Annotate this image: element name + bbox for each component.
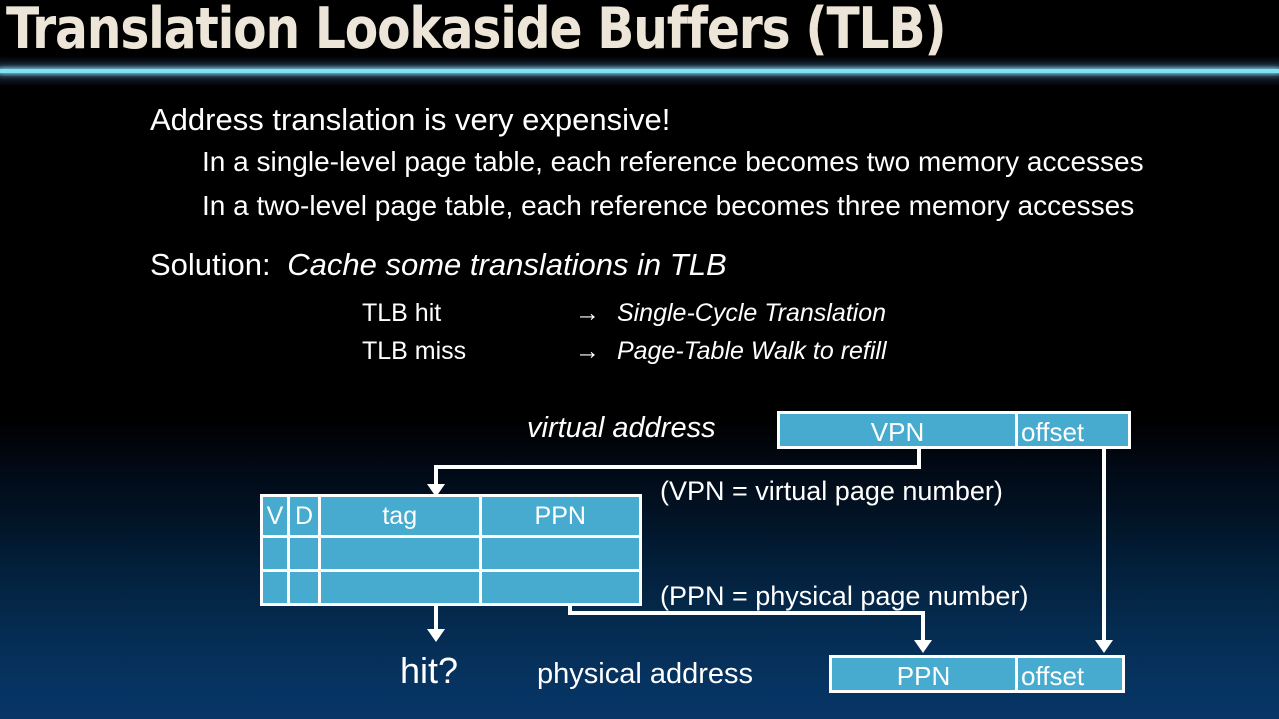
body-heading: Address translation is very expensive! <box>150 102 671 137</box>
physical-address-label: physical address <box>537 658 753 690</box>
ppn-annotation: (PPN = physical page number) <box>660 581 1029 611</box>
poffset-field-label: offset <box>1021 661 1085 691</box>
ppn-field-label: PPN <box>896 661 951 691</box>
hit-arrowhead-icon <box>427 629 445 642</box>
tlb-row-2-tag <box>321 572 479 603</box>
vpn-field-label: VPN <box>870 417 925 447</box>
tlb-row-2-v <box>263 572 287 603</box>
offset-arrowhead-icon <box>1095 640 1113 653</box>
tlb-row-1-d <box>290 538 318 569</box>
ppn-arrowhead-icon <box>914 640 932 653</box>
hit-label: hit? <box>400 650 459 691</box>
vpn-wire-horizontal <box>434 465 921 469</box>
vpn-annotation: (VPN = virtual page number) <box>660 476 1003 506</box>
outcome-result-text-1: Single-Cycle Translation <box>616 299 887 327</box>
ppn-wire-horizontal <box>568 611 925 615</box>
tlb-header-d: D <box>290 497 318 535</box>
tlb-row-1-ppn <box>481 538 639 569</box>
outcome-result-1: → Single-Cycle Translation <box>575 301 886 326</box>
solution-emphasis: Cache some translations in TLB <box>287 247 727 282</box>
slide-canvas: Translation Lookaside Buffers (TLB) Addr… <box>0 0 1279 719</box>
outcome-arrow-1: → <box>575 299 600 327</box>
virtual-address-box: VPN offset <box>777 411 1131 449</box>
tlb-table: V D tag PPN <box>260 494 642 606</box>
tlb-header-v: V <box>263 497 287 535</box>
body-bullet-2: In a two-level page table, each referenc… <box>202 190 1135 221</box>
outcome-arrow-2: → <box>575 337 600 365</box>
tlb-header-ppn: PPN <box>481 497 639 535</box>
tlb-row-2-ppn <box>481 572 639 603</box>
tlb-row-2-d <box>290 572 318 603</box>
outcome-result-text-2: Page-Table Walk to refill <box>616 337 887 365</box>
outcome-case-2: TLB miss <box>362 337 467 365</box>
tlb-header-tag: tag <box>321 497 479 535</box>
tlb-grid: V D tag PPN <box>263 497 639 603</box>
body-bullet-1: In a single-level page table, each refer… <box>202 146 1144 177</box>
tlb-row-1-v <box>263 538 287 569</box>
voffset-field-label: offset <box>1021 417 1085 447</box>
outcome-result-2: → Page-Table Walk to refill <box>575 339 887 364</box>
solution-line: Solution: Cache some translations in TLB <box>150 249 727 280</box>
outcome-case-1: TLB hit <box>362 299 442 327</box>
offset-wire-vertical <box>1102 449 1106 644</box>
page-title: Translation Lookaside Buffers (TLB) <box>6 0 947 62</box>
solution-prefix: Solution: <box>150 247 271 282</box>
title-divider-line <box>0 69 1279 73</box>
physical-address-box: PPN offset <box>829 655 1125 693</box>
virtual-address-label: virtual address <box>527 412 716 444</box>
tlb-row-1-tag <box>321 538 479 569</box>
